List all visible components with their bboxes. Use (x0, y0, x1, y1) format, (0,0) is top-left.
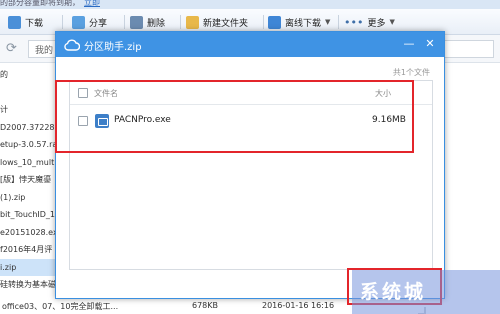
delete-button[interactable]: 删除 (130, 13, 165, 31)
list-item[interactable]: 计 (0, 101, 60, 118)
delete-label: 删除 (147, 18, 166, 29)
new-folder-icon (186, 15, 199, 29)
highlight-box (55, 80, 414, 153)
file-size: 678KB (192, 301, 219, 310)
offline-download-button[interactable]: 离线下载 ▼ (268, 13, 330, 31)
toolbar-divider (180, 15, 181, 29)
offline-download-icon (268, 15, 281, 29)
cloud-icon (64, 39, 80, 51)
delete-icon (130, 15, 143, 29)
notice-link[interactable]: 立即 (84, 0, 100, 8)
site-watermark: 系统城 (352, 270, 500, 314)
dialog-title-bar[interactable]: 分区助手.zip — ✕ (56, 32, 444, 57)
notice-banner: 的部分容量即将到期， 立即 (0, 0, 500, 9)
dialog-title: 分区助手.zip (84, 42, 142, 53)
chevron-down-icon: ▼ (325, 18, 331, 26)
notice-text: 的部分容量即将到期， (0, 0, 80, 7)
file-name: office03、07、10完全卸载工... (2, 302, 119, 311)
zip-preview-dialog: 分区助手.zip — ✕ 共1个文件 文件名 大小 PACNPro.exe 9.… (55, 31, 445, 314)
offline-download-label: 离线下载 (285, 18, 322, 29)
download-icon (8, 15, 21, 29)
share-button[interactable]: 分享 (72, 13, 107, 31)
more-icon: ••• (344, 15, 364, 29)
minimize-button[interactable]: — (401, 36, 417, 52)
list-item[interactable]: lows_10_multi (0, 154, 60, 171)
more-label: 更多 (367, 18, 386, 29)
share-label: 分享 (89, 18, 108, 29)
toolbar-divider (124, 15, 125, 29)
toolbar-divider (62, 15, 63, 29)
list-item[interactable]: D2007.37228 (0, 119, 60, 136)
refresh-icon[interactable]: ⟳ (6, 41, 17, 56)
list-item[interactable]: etup-3.0.57.rar (0, 136, 60, 153)
list-item[interactable]: 的 (0, 66, 60, 83)
file-list: 的计 D2007.37228 etup-3.0.57.rar lows_10_mult… (0, 64, 60, 314)
list-item[interactable]: bit_TouchID_1 (0, 206, 60, 223)
download-label: 下载 (25, 18, 44, 29)
toolbar-divider (338, 15, 339, 29)
share-icon (72, 15, 85, 29)
download-button[interactable]: 下载 (8, 13, 43, 31)
file-date: 2016-01-16 16:16 (262, 301, 335, 310)
path-text: 我的 (35, 46, 54, 56)
more-button[interactable]: ••• 更多 ▼ (344, 13, 395, 31)
new-folder-label: 新建文件夹 (203, 18, 249, 29)
toolbar-divider (263, 15, 264, 29)
list-item[interactable]: i.zip (0, 258, 60, 276)
list-item[interactable]: e20151028.ex (0, 224, 60, 241)
list-item[interactable]: [版】悖天魔鎏 (0, 171, 60, 188)
list-item[interactable]: f2016年4月评 (0, 241, 60, 258)
close-button[interactable]: ✕ (422, 36, 438, 52)
list-item[interactable]: (1).zip (0, 189, 60, 206)
list-item[interactable]: 硅转换为基本磁 (0, 276, 60, 293)
chevron-down-icon: ▼ (389, 18, 395, 26)
list-item[interactable] (0, 84, 60, 101)
file-count: 共1个文件 (392, 68, 430, 77)
new-folder-button[interactable]: 新建文件夹 (186, 13, 248, 31)
